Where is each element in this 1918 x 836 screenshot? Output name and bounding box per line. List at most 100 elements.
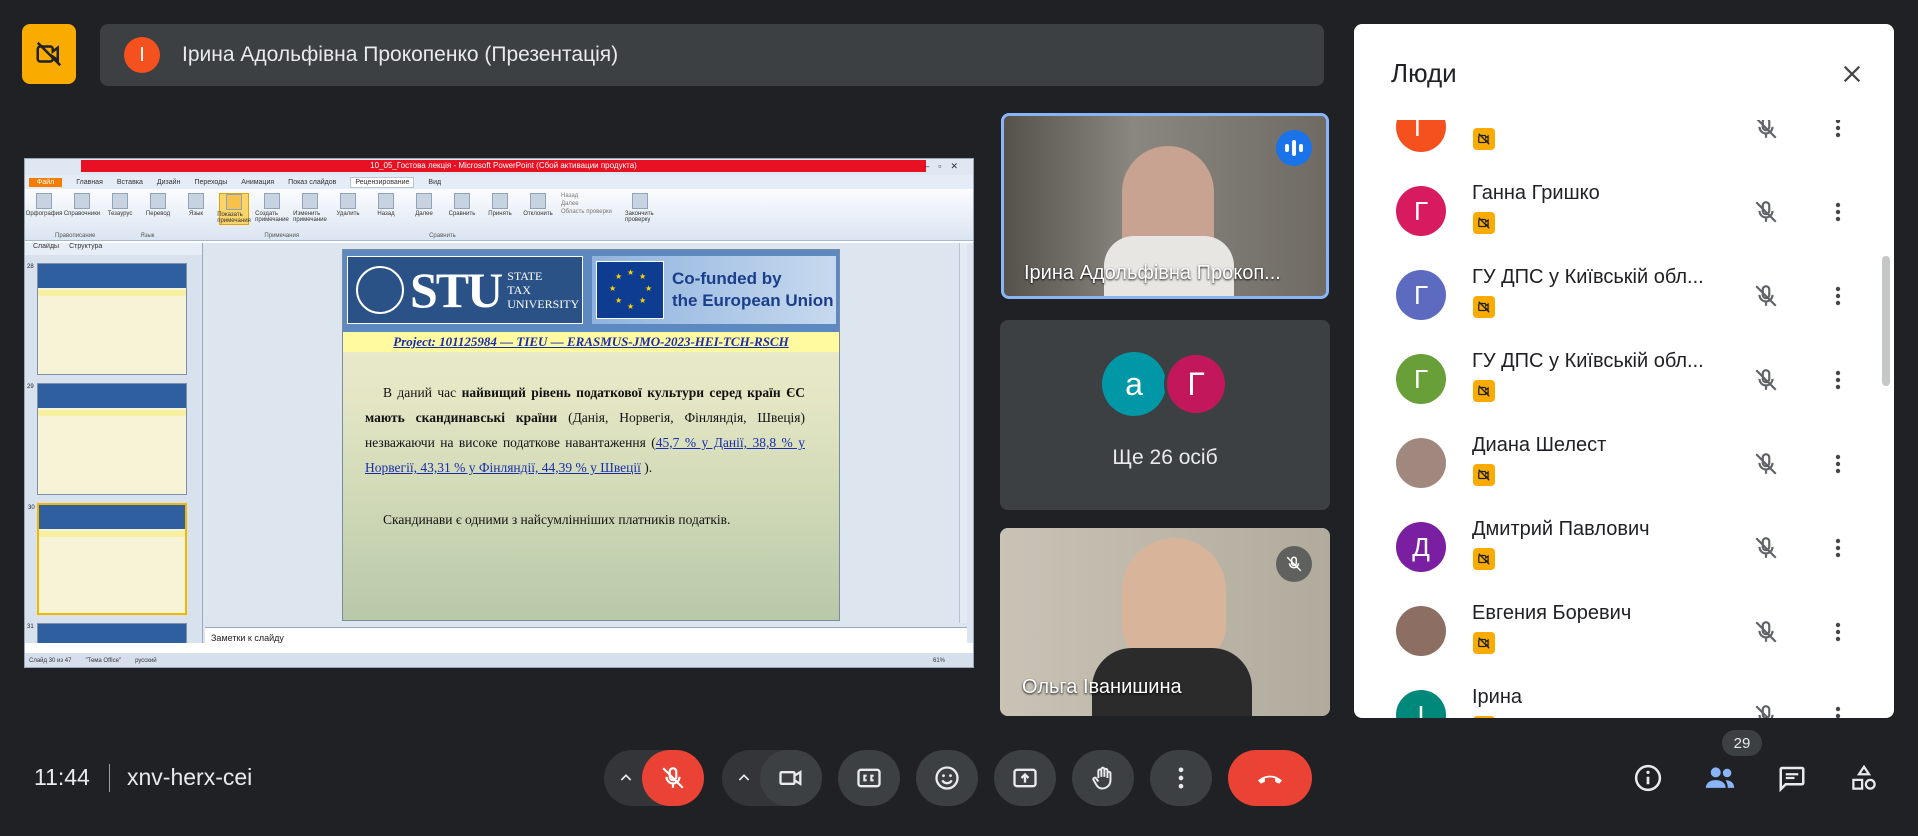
closed-captions-icon bbox=[857, 768, 881, 788]
ppt-body: Слайды Структура 28 29 30 31 STU STATE TA… bbox=[25, 243, 973, 647]
mic-off-icon bbox=[1748, 194, 1784, 230]
ppt-tab: Анимация bbox=[241, 178, 275, 186]
people-panel: Люди Г Г Ганна Гришко Г ГУ ДПС у Київській о… bbox=[1354, 24, 1894, 718]
muted-icon bbox=[1276, 546, 1312, 582]
camera-off-indicator[interactable] bbox=[22, 24, 76, 84]
participant-row[interactable]: Г bbox=[1372, 120, 1872, 170]
shared-screen-powerpoint: 10_05_Гостова лекція - Microsoft PowerPo… bbox=[24, 158, 974, 668]
more-participants-tile[interactable]: а Г Ще 26 осіб bbox=[1000, 320, 1330, 510]
ppt-ribbon-button: Удалить bbox=[333, 193, 363, 217]
ppt-ribbon-group-labels: Правописание Язык Примечания Сравнить bbox=[55, 233, 456, 239]
reactions-button[interactable] bbox=[916, 750, 978, 806]
captions-button[interactable] bbox=[838, 750, 900, 806]
participant-name: Ганна Гришко bbox=[1472, 182, 1600, 204]
ppt-thumbnail: 29 bbox=[27, 383, 187, 495]
video-options-button[interactable] bbox=[726, 750, 762, 806]
present-screen-button[interactable] bbox=[994, 750, 1056, 806]
chevron-up-icon bbox=[738, 774, 750, 781]
panel-scrollbar[interactable] bbox=[1882, 256, 1890, 386]
participant-row[interactable]: Евгения Боревич bbox=[1372, 590, 1872, 674]
participant-video-tile[interactable]: Ольга Іванишина bbox=[1000, 528, 1330, 716]
participant-more-button[interactable] bbox=[1820, 614, 1856, 650]
participant-row[interactable]: Г Ганна Гришко bbox=[1372, 170, 1872, 254]
ppt-slide-thumbnails: Слайды Структура 28 29 30 31 bbox=[25, 243, 203, 643]
ppt-tab: Дизайн bbox=[156, 178, 181, 186]
ppt-slide-editor: STU STATE TAX UNIVERSITY ★★★ ★★★ ★★ bbox=[205, 243, 967, 623]
participant-avatar: Д bbox=[1396, 522, 1446, 572]
speaker-name: Ірина Адольфівна Прокоп... bbox=[1024, 262, 1281, 284]
chat-button[interactable] bbox=[1770, 756, 1814, 800]
slide-header: STU STATE TAX UNIVERSITY ★★★ ★★★ ★★ bbox=[343, 250, 839, 332]
people-button[interactable] bbox=[1698, 756, 1742, 800]
more-people-label: Ще 26 осіб bbox=[1112, 446, 1218, 469]
participant-avatar bbox=[1396, 438, 1446, 488]
participant-more-button[interactable] bbox=[1820, 120, 1856, 146]
hand-icon bbox=[1092, 766, 1112, 790]
leave-call-button[interactable] bbox=[1228, 750, 1312, 806]
participant-more-button[interactable] bbox=[1820, 698, 1856, 718]
camera-button[interactable] bbox=[760, 750, 822, 806]
info-icon bbox=[1634, 764, 1662, 792]
ppt-tab: Главная bbox=[76, 178, 103, 186]
ppt-ribbon-button: Далее bbox=[409, 193, 439, 217]
participant-more-button[interactable] bbox=[1820, 530, 1856, 566]
people-icon bbox=[1705, 767, 1735, 788]
audio-options-button[interactable] bbox=[608, 750, 644, 806]
video-off-badge-icon bbox=[1473, 632, 1495, 654]
video-off-badge-icon bbox=[1473, 128, 1495, 150]
ppt-thumbnail-selected: 30 bbox=[28, 503, 187, 615]
people-list: Г Г Ганна Гришко Г ГУ ДПС у Київській обл...… bbox=[1372, 120, 1872, 718]
ppt-ribbon-button: Сравнить bbox=[447, 193, 477, 217]
ppt-tab: Переходы bbox=[194, 178, 228, 186]
participant-row[interactable]: І Ірина bbox=[1372, 674, 1872, 718]
participant-row[interactable]: Г ГУ ДПС у Київській обл... bbox=[1372, 254, 1872, 338]
participant-row[interactable]: Д Дмитрий Павлович bbox=[1372, 506, 1872, 590]
eu-cofunded-logo: ★ ★ ★ ★ ★ ★ ★ ★ Co-funded by the European Uni… bbox=[592, 256, 836, 324]
close-panel-button[interactable] bbox=[1832, 54, 1872, 94]
more-vert-icon bbox=[1835, 120, 1841, 138]
more-vert-icon bbox=[1835, 202, 1841, 222]
participant-row[interactable]: Г ГУ ДПС у Київській обл... bbox=[1372, 338, 1872, 422]
participant-name: Ольга Іванишина bbox=[1022, 676, 1182, 698]
slide-paragraph-2: Скандинави є одними з найсумлінніших пла… bbox=[383, 512, 731, 527]
ppt-ribbon-tabs: Файл Главная Вставка Дизайн Переходы Ани… bbox=[25, 175, 973, 189]
ppt-ribbon-button: Закончить проверку bbox=[625, 193, 655, 223]
activities-icon bbox=[1852, 764, 1876, 790]
video-off-badge-icon bbox=[1473, 296, 1495, 318]
raise-hand-button[interactable] bbox=[1072, 750, 1134, 806]
participant-name: Дмитрий Павлович bbox=[1472, 518, 1650, 540]
stu-seal-icon bbox=[356, 266, 404, 314]
ppt-ribbon-small-buttons: Назад Далее Область проверки bbox=[561, 193, 612, 215]
meeting-details-button[interactable] bbox=[1626, 756, 1670, 800]
participant-more-button[interactable] bbox=[1820, 446, 1856, 482]
ppt-ribbon-button: Создать примечание bbox=[255, 193, 289, 223]
participant-name: Диана Шелест bbox=[1472, 434, 1607, 456]
slide-project-line: Project: 101125984 — TIEU — ERASMUS-JMO-… bbox=[343, 332, 839, 352]
ppt-scrollbar bbox=[959, 243, 967, 623]
participant-row[interactable]: Диана Шелест bbox=[1372, 422, 1872, 506]
participant-more-button[interactable] bbox=[1820, 278, 1856, 314]
ppt-ribbon-button: Справочники bbox=[64, 193, 100, 217]
participant-avatar: Г bbox=[1396, 120, 1446, 152]
participant-avatar bbox=[1396, 606, 1446, 656]
video-off-badge-icon bbox=[1473, 716, 1495, 718]
video-off-badge-icon bbox=[1473, 212, 1495, 234]
speaker-video-tile[interactable]: Ірина Адольфівна Прокоп... bbox=[1001, 113, 1329, 299]
slide: STU STATE TAX UNIVERSITY ★★★ ★★★ ★★ bbox=[342, 249, 840, 621]
presentation-bar[interactable]: І Ірина Адольфівна Прокопенко (Презентац… bbox=[100, 24, 1324, 86]
ppt-ribbon-button: Отклонить bbox=[523, 193, 553, 217]
ppt-tab: Показ слайдов bbox=[288, 178, 337, 186]
ppt-ribbon-button: Изменить примечание bbox=[293, 193, 327, 223]
ppt-tab: Вид bbox=[428, 178, 442, 186]
ppt-ribbon-button: Язык bbox=[181, 193, 211, 217]
more-options-button[interactable] bbox=[1150, 750, 1212, 806]
video-off-badge-icon bbox=[1473, 548, 1495, 570]
ppt-ribbon-button: Орфография bbox=[26, 193, 62, 217]
participant-avatar: Г bbox=[1396, 354, 1446, 404]
participant-more-button[interactable] bbox=[1820, 362, 1856, 398]
activities-button[interactable] bbox=[1842, 756, 1886, 800]
microphone-button[interactable] bbox=[642, 750, 704, 806]
mic-off-icon bbox=[1748, 362, 1784, 398]
more-vert-icon bbox=[1178, 767, 1184, 789]
participant-more-button[interactable] bbox=[1820, 194, 1856, 230]
